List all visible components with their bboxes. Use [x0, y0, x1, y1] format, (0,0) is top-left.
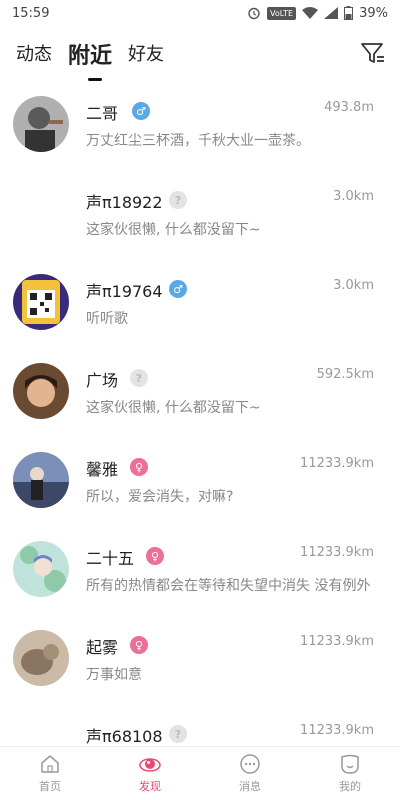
- nav-messages[interactable]: 消息: [200, 747, 300, 800]
- wifi-icon: [302, 7, 319, 19]
- user-nickname: 声π68108: [86, 727, 163, 746]
- user-signature: 这家伙很懒, 什么都没留下~: [86, 400, 261, 416]
- active-tab-indicator: [88, 78, 102, 81]
- user-distance: 592.5km: [316, 367, 374, 382]
- tab-dynamic[interactable]: 动态: [16, 40, 52, 66]
- female-gender-icon: ♀: [130, 636, 148, 654]
- user-avatar[interactable]: [13, 452, 69, 508]
- status-time: 15:59: [12, 5, 50, 21]
- user-avatar[interactable]: [13, 96, 69, 152]
- unknown-gender-icon: ?: [169, 725, 187, 743]
- user-signature: 所有的热情都会在等待和失望中消失 没有例外: [86, 578, 371, 594]
- male-gender-icon: ♂: [169, 280, 187, 298]
- unknown-gender-icon: ?: [169, 191, 187, 209]
- user-avatar[interactable]: [13, 630, 69, 686]
- user-distance: 3.0km: [333, 278, 374, 293]
- user-signature: 听听歌: [86, 311, 128, 327]
- tab-nearby[interactable]: 附近: [68, 38, 112, 70]
- bottom-nav: 首页 发现 消息 我的: [0, 746, 400, 800]
- user-row[interactable]: 起雾 ♀ 11233.9km 万事如意: [0, 624, 400, 713]
- home-icon: [41, 755, 59, 773]
- user-nickname: 声π18922: [86, 193, 163, 212]
- nav-home[interactable]: 首页: [0, 747, 100, 800]
- user-nickname: 起雾: [86, 638, 119, 657]
- user-nickname: 广场: [86, 371, 119, 390]
- user-signature: 万丈红尘三杯酒，千秋大业一壶茶。: [86, 133, 310, 149]
- user-nickname: 二十五: [86, 549, 135, 568]
- user-row[interactable]: 声π19764 ♂ 3.0km 听听歌: [0, 268, 400, 357]
- battery-percent: 39%: [359, 5, 388, 21]
- nav-discover-label: 发现: [139, 780, 161, 793]
- user-distance: 3.0km: [333, 189, 374, 204]
- user-avatar[interactable]: [13, 541, 69, 597]
- message-icon: [240, 754, 260, 774]
- unknown-gender-icon: ?: [130, 369, 148, 387]
- user-distance: 11233.9km: [300, 634, 374, 649]
- user-row[interactable]: 二十五 ♀ 11233.9km 所有的热情都会在等待和失望中消失 没有例外: [0, 535, 400, 624]
- user-row[interactable]: 声π18922 ? 3.0km 这家伙很懒, 什么都没留下~: [0, 179, 400, 268]
- nav-home-label: 首页: [39, 780, 61, 793]
- nav-profile[interactable]: 我的: [300, 747, 400, 800]
- tab-friends[interactable]: 好友: [128, 40, 164, 66]
- user-distance: 11233.9km: [300, 723, 374, 738]
- battery-icon: [344, 6, 354, 20]
- top-tabs: 动态 附近 好友: [0, 34, 400, 84]
- nav-discover[interactable]: 发现: [100, 747, 200, 800]
- status-bar: 15:59 VoLTE 39%: [0, 0, 400, 26]
- user-signature: 这家伙很懒, 什么都没留下~: [86, 222, 261, 238]
- female-gender-icon: ♀: [130, 458, 148, 476]
- user-signature: 万事如意: [86, 667, 142, 683]
- nav-profile-label: 我的: [339, 780, 361, 793]
- discover-icon: [139, 758, 161, 772]
- male-gender-icon: ♂: [132, 102, 150, 120]
- signal-icon: [324, 7, 339, 19]
- nav-messages-label: 消息: [239, 780, 261, 793]
- user-nickname: 二哥: [86, 104, 119, 123]
- filter-icon[interactable]: [360, 40, 386, 66]
- user-row[interactable]: 馨雅 ♀ 11233.9km 所以，爱会消失，对嘛?: [0, 446, 400, 535]
- nearby-user-list: 二哥 ♂ 493.8m 万丈红尘三杯酒，千秋大业一壶茶。 声π18922 ? 3…: [0, 90, 400, 746]
- profile-icon: [341, 754, 359, 774]
- status-icons: VoLTE 39%: [247, 6, 388, 21]
- user-nickname: 馨雅: [86, 460, 119, 479]
- user-nickname: 声π19764: [86, 282, 163, 301]
- user-signature: 所以，爱会消失，对嘛?: [86, 489, 234, 505]
- user-avatar[interactable]: [13, 363, 69, 419]
- user-row[interactable]: 二哥 ♂ 493.8m 万丈红尘三杯酒，千秋大业一壶茶。: [0, 90, 400, 179]
- user-distance: 11233.9km: [300, 545, 374, 560]
- user-distance: 493.8m: [324, 100, 374, 115]
- alarm-icon: [248, 7, 260, 20]
- volte-badge: VoLTE: [267, 6, 297, 20]
- female-gender-icon: ♀: [146, 547, 164, 565]
- user-row[interactable]: 声π68108 ? 11233.9km: [0, 713, 400, 746]
- user-distance: 11233.9km: [300, 456, 374, 471]
- user-avatar[interactable]: [13, 274, 69, 330]
- user-row[interactable]: 广场 ? 592.5km 这家伙很懒, 什么都没留下~: [0, 357, 400, 446]
